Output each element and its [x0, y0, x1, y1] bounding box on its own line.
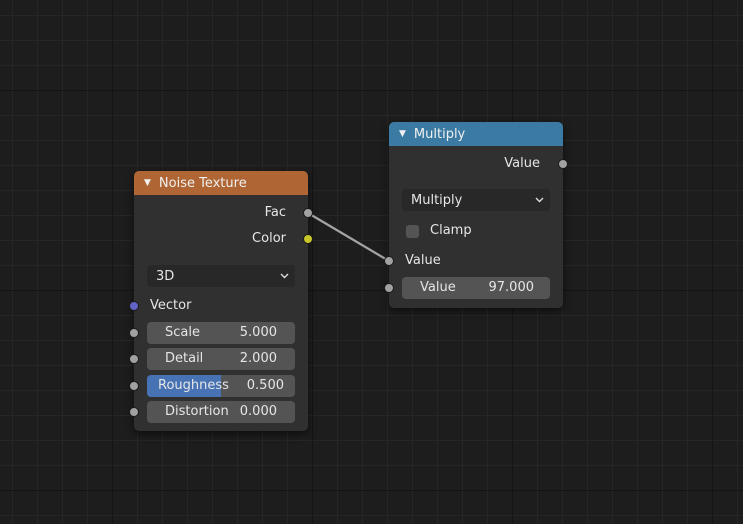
output-value-label: Value [504, 156, 540, 171]
distortion-value: 0.000 [239, 404, 277, 419]
link-fac-to-value-inner [306, 211, 391, 263]
dimensions-dropdown-value: 3D [156, 268, 175, 284]
input-detail-socket[interactable] [129, 354, 139, 364]
chevron-down-icon [280, 273, 289, 279]
scale-field[interactable]: Scale 5.000 [147, 322, 295, 344]
value-field-value: 97.000 [488, 280, 535, 295]
collapse-arrow-icon[interactable]: ▼ [144, 178, 151, 188]
input-vector-socket[interactable] [129, 301, 139, 311]
noise-texture-header[interactable]: ▼ Noise Texture [134, 171, 308, 195]
value-field[interactable]: Value 97.000 [402, 277, 550, 299]
output-color-socket[interactable] [303, 234, 313, 244]
input-scale-socket[interactable] [129, 328, 139, 338]
roughness-field[interactable]: Roughness 0.500 [147, 375, 295, 397]
operation-dropdown-value: Multiply [411, 192, 463, 208]
input-roughness-socket[interactable] [129, 381, 139, 391]
clamp-checkbox[interactable] [406, 225, 419, 238]
operation-dropdown[interactable]: Multiply [402, 189, 550, 211]
scale-value: 5.000 [239, 325, 277, 340]
input-value-socket-1[interactable] [384, 256, 394, 266]
output-color-label: Color [252, 231, 286, 246]
clamp-label: Clamp [430, 223, 472, 238]
multiply-header[interactable]: ▼ Multiply [389, 122, 563, 146]
collapse-arrow-icon[interactable]: ▼ [399, 129, 406, 139]
value-field-label: Value [420, 280, 456, 295]
input-value-socket-2[interactable] [384, 283, 394, 293]
distortion-field[interactable]: Distortion 0.000 [147, 401, 295, 423]
detail-label: Detail [165, 351, 204, 366]
chevron-down-icon [535, 197, 544, 203]
detail-value: 2.000 [239, 351, 277, 366]
node-editor-canvas[interactable]: ▼ Noise Texture Fac Color 3D Vector Scal… [0, 0, 743, 524]
roughness-value: 0.500 [246, 378, 284, 393]
multiply-title: Multiply [413, 126, 466, 142]
noise-texture-title: Noise Texture [158, 175, 247, 191]
dimensions-dropdown[interactable]: 3D [147, 265, 295, 287]
detail-field[interactable]: Detail 2.000 [147, 348, 295, 370]
scale-label: Scale [165, 325, 200, 340]
noise-texture-node[interactable]: ▼ Noise Texture Fac Color 3D Vector Scal… [129, 171, 313, 431]
input-vector-label: Vector [150, 298, 192, 313]
roughness-label: Roughness [158, 378, 229, 393]
distortion-label: Distortion [165, 404, 229, 419]
output-value-socket[interactable] [558, 159, 568, 169]
multiply-node[interactable]: ▼ Multiply Value Multiply Clamp Value Va… [384, 122, 568, 308]
input-value-label: Value [405, 253, 441, 268]
output-fac-socket[interactable] [303, 208, 313, 218]
output-fac-label: Fac [264, 205, 286, 220]
node-links [305, 210, 392, 264]
input-distortion-socket[interactable] [129, 407, 139, 417]
